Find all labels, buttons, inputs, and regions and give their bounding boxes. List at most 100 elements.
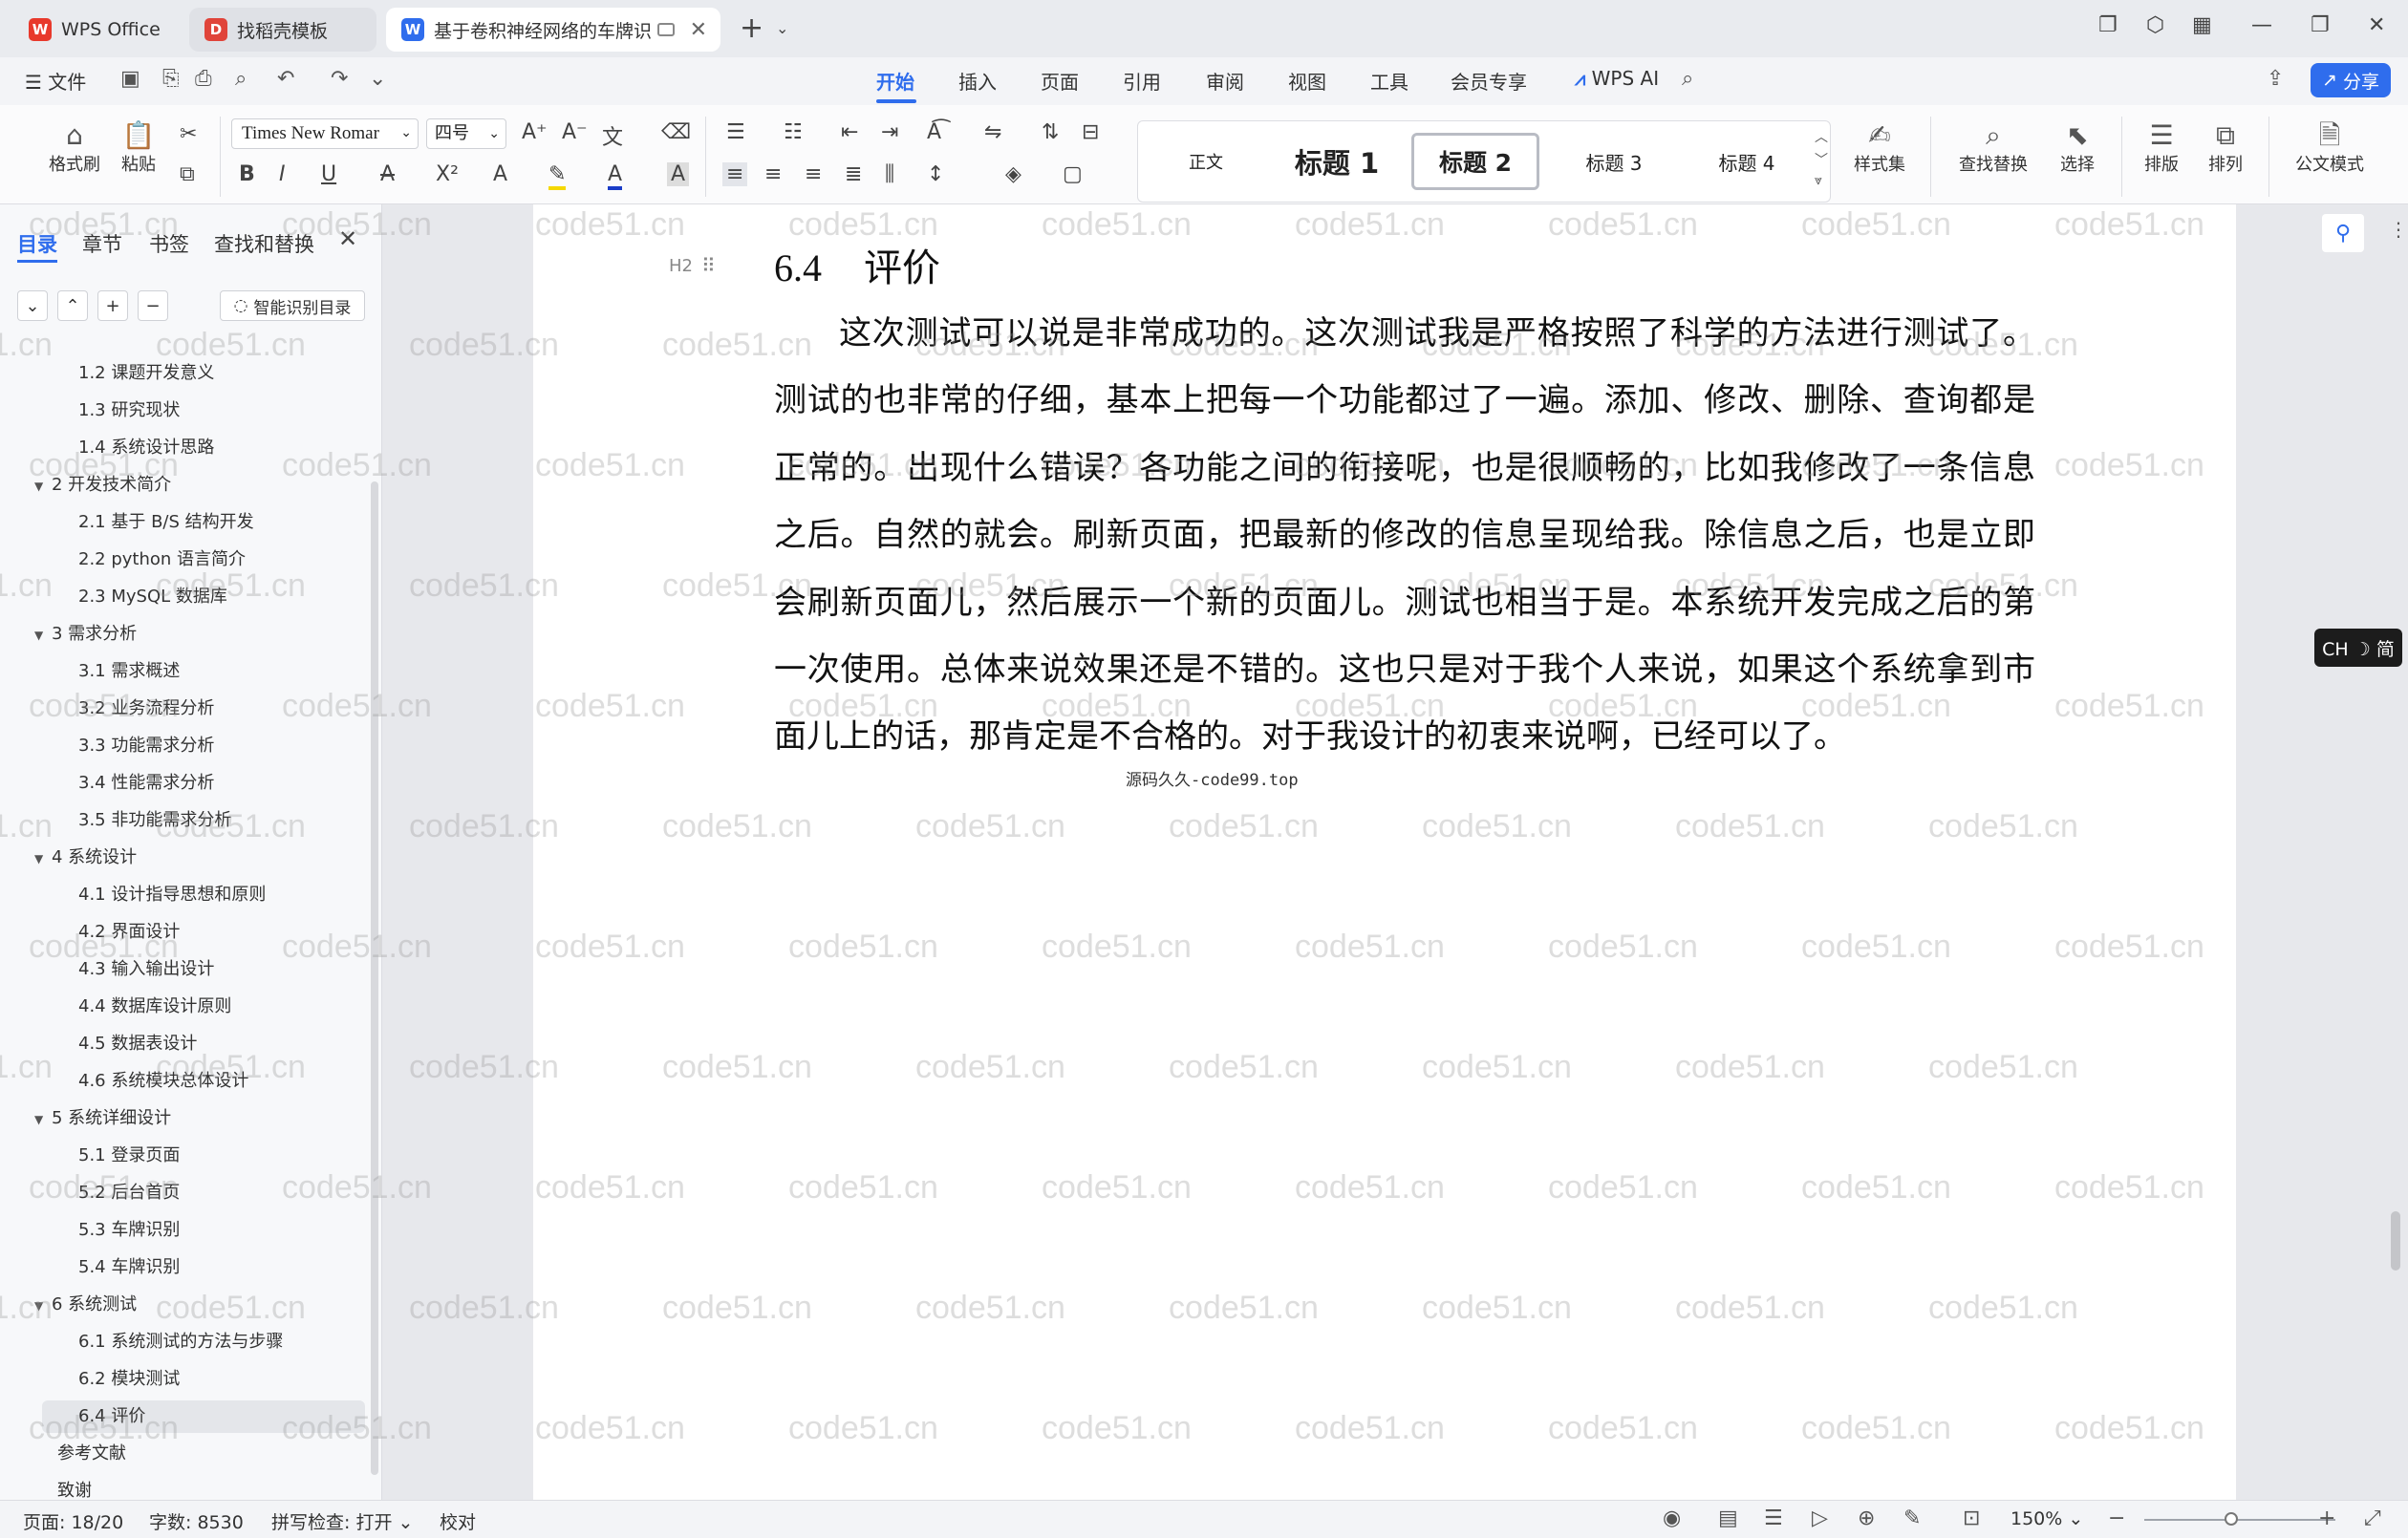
decrease-indent-icon[interactable]: ⇤	[841, 120, 858, 144]
proofread-button[interactable]: 校对	[440, 1508, 476, 1534]
numbered-list-icon[interactable]: ☷	[784, 120, 803, 144]
new-tab-icon[interactable]: +	[740, 11, 763, 45]
chevron-down-icon[interactable]: ⌄	[776, 19, 788, 37]
toc-item[interactable]: ▼ 4 系统设计	[34, 842, 137, 874]
align-right-icon[interactable]: ≡	[805, 162, 822, 186]
menu-page[interactable]: 页面	[1041, 67, 1079, 95]
close-tab-icon[interactable]: ✕	[690, 18, 707, 42]
caret-down-icon[interactable]: ▼	[34, 470, 52, 502]
align-center-icon[interactable]: ≡	[764, 162, 782, 186]
superscript-icon[interactable]: X²	[436, 162, 459, 186]
toc-item[interactable]: 6.4 评价	[42, 1400, 365, 1433]
caret-down-icon[interactable]: ▼	[34, 1290, 52, 1322]
copy-icon[interactable]: ⧉	[180, 162, 195, 186]
body-paragraph[interactable]: 这次测试可以说是非常成功的。这次测试我是严格按照了科学的方法进行测试了。测试的也…	[774, 300, 2035, 771]
menu-review[interactable]: 审阅	[1206, 67, 1244, 95]
toc-item[interactable]: 3.2 业务流程分析	[78, 693, 214, 725]
tab-wps-office[interactable]: W WPS Office	[13, 8, 176, 52]
menu-file[interactable]: ☰ 文件	[25, 67, 86, 95]
window-layout-icon[interactable]: ❐	[2098, 13, 2118, 37]
align-left-icon[interactable]: ≡	[722, 162, 748, 186]
page-view-icon[interactable]: ▤	[1718, 1506, 1738, 1530]
redo-icon[interactable]: ↷	[331, 67, 348, 91]
location-pin-icon[interactable]: ⚲	[2322, 214, 2364, 252]
expand-icon[interactable]: ⩔	[1815, 173, 1822, 188]
expand-up-button[interactable]: ⌃	[57, 290, 88, 321]
underline-icon[interactable]: U	[321, 162, 336, 186]
fullscreen-icon[interactable]: ⤢	[2364, 1506, 2381, 1530]
distribute-icon[interactable]: ⫼	[885, 162, 894, 186]
show-marks-icon[interactable]: ⊟	[1082, 120, 1099, 144]
increase-indent-icon[interactable]: ⇥	[881, 120, 898, 144]
web-view-icon[interactable]: ⊕	[1858, 1506, 1875, 1530]
paste-button[interactable]: 📋 粘贴	[109, 120, 168, 176]
shading-icon[interactable]: ◈	[1005, 162, 1021, 186]
chevron-down-icon[interactable]: ⌄	[369, 67, 386, 91]
upload-icon[interactable]: ⇪	[2267, 67, 2284, 91]
bold-icon[interactable]: B	[239, 162, 255, 186]
export-icon[interactable]: ⎘	[162, 67, 180, 91]
toc-item[interactable]: 2.2 python 语言简介	[78, 544, 246, 576]
text-effect-icon[interactable]: A	[493, 162, 507, 186]
menu-reference[interactable]: 引用	[1123, 67, 1161, 95]
chevron-down-icon[interactable]: ﹀	[1815, 150, 1828, 169]
clear-format-icon[interactable]: ⌫	[661, 120, 691, 144]
toc-item[interactable]: 4.2 界面设计	[78, 916, 180, 949]
close-window-icon[interactable]: ✕	[2368, 13, 2385, 37]
zoom-in-icon[interactable]: +	[2318, 1506, 2335, 1530]
menu-home[interactable]: 开始	[876, 67, 914, 95]
caret-down-icon[interactable]: ▼	[34, 619, 52, 652]
toc-item[interactable]: ▼ 6 系统测试	[34, 1289, 137, 1321]
toc-item[interactable]: 5.1 登录页面	[78, 1140, 180, 1172]
document-scrollbar[interactable]	[2391, 1211, 2400, 1271]
zoom-out-icon[interactable]: −	[2108, 1506, 2125, 1530]
ime-indicator[interactable]: CH ☽ 简	[2314, 629, 2402, 667]
save-icon[interactable]: ▣	[120, 67, 140, 91]
more-icon[interactable]: ⋮	[2389, 218, 2408, 241]
share-button[interactable]: ↗ 分享	[2311, 63, 2391, 97]
toc-item[interactable]: 4.6 系统模块总体设计	[78, 1065, 248, 1098]
menu-view[interactable]: 视图	[1288, 67, 1326, 95]
toc-item[interactable]: 3.5 非功能需求分析	[78, 804, 231, 837]
outline-view-icon[interactable]: ☰	[1764, 1506, 1783, 1530]
convert-icon[interactable]: ⇋	[984, 120, 1001, 144]
chevron-up-icon[interactable]: ︿	[1815, 127, 1828, 146]
play-icon[interactable]: ▷	[1812, 1506, 1828, 1530]
layout-button[interactable]: ☰ 排版	[2135, 120, 2188, 176]
toc-item[interactable]: 6.1 系统测试的方法与步骤	[78, 1326, 283, 1358]
style-heading-1[interactable]: 标题 1	[1270, 133, 1404, 190]
toc-item[interactable]: 1.4 系统设计思路	[78, 432, 214, 464]
fit-page-icon[interactable]: ⊡	[1963, 1506, 1980, 1530]
menu-wps-ai[interactable]: ⩘ WPS AI	[1575, 67, 1659, 90]
font-name-select[interactable]: Times New Romar ⌄	[231, 118, 419, 149]
toc-item[interactable]: 3.3 功能需求分析	[78, 730, 214, 762]
cut-icon[interactable]: ✂	[180, 122, 197, 146]
toc-item[interactable]: ▼ 2 开发技术简介	[34, 469, 171, 502]
panel-scrollbar[interactable]	[371, 481, 378, 1475]
format-painter-button[interactable]: ⌂ 格式刷	[46, 120, 103, 176]
pen-icon[interactable]: ✎	[1903, 1506, 1921, 1530]
panel-tab-toc[interactable]: 目录	[17, 229, 57, 258]
line-spacing-icon[interactable]: ↕	[927, 162, 944, 186]
style-normal[interactable]: 正文	[1146, 133, 1266, 190]
print-icon[interactable]: ⎙	[195, 67, 212, 91]
toc-item[interactable]: ▼ 5 系统详细设计	[34, 1102, 171, 1135]
justify-icon[interactable]: ≣	[845, 162, 862, 186]
toc-item[interactable]: 6.2 模块测试	[78, 1363, 180, 1396]
menu-tools[interactable]: 工具	[1370, 67, 1408, 95]
shrink-font-icon[interactable]: A⁻	[562, 120, 588, 144]
panel-tab-chapter[interactable]: 章节	[82, 229, 122, 258]
avatar[interactable]: ▦	[2192, 13, 2212, 37]
panel-tab-find[interactable]: 查找和替换	[214, 229, 314, 258]
caret-down-icon[interactable]: ▼	[34, 1103, 52, 1136]
zoom-slider-handle[interactable]	[2225, 1512, 2238, 1526]
style-set-button[interactable]: ✍ 样式集	[1844, 120, 1915, 176]
toc-item[interactable]: 1.3 研究现状	[78, 395, 180, 427]
page-indicator[interactable]: 页面: 18/20	[23, 1508, 123, 1534]
close-icon[interactable]: ✕	[338, 225, 357, 252]
document-page[interactable]: H2 ⠿ 6.4 评价 这次测试可以说是非常成功的。这次测试我是严格按照了科学的方…	[533, 204, 2236, 1500]
zoom-level[interactable]: 150% ⌄	[2010, 1508, 2083, 1529]
remove-heading-button[interactable]: −	[138, 290, 168, 321]
menu-member[interactable]: 会员专享	[1451, 67, 1527, 95]
text-direction-icon[interactable]: A͡	[927, 120, 941, 144]
